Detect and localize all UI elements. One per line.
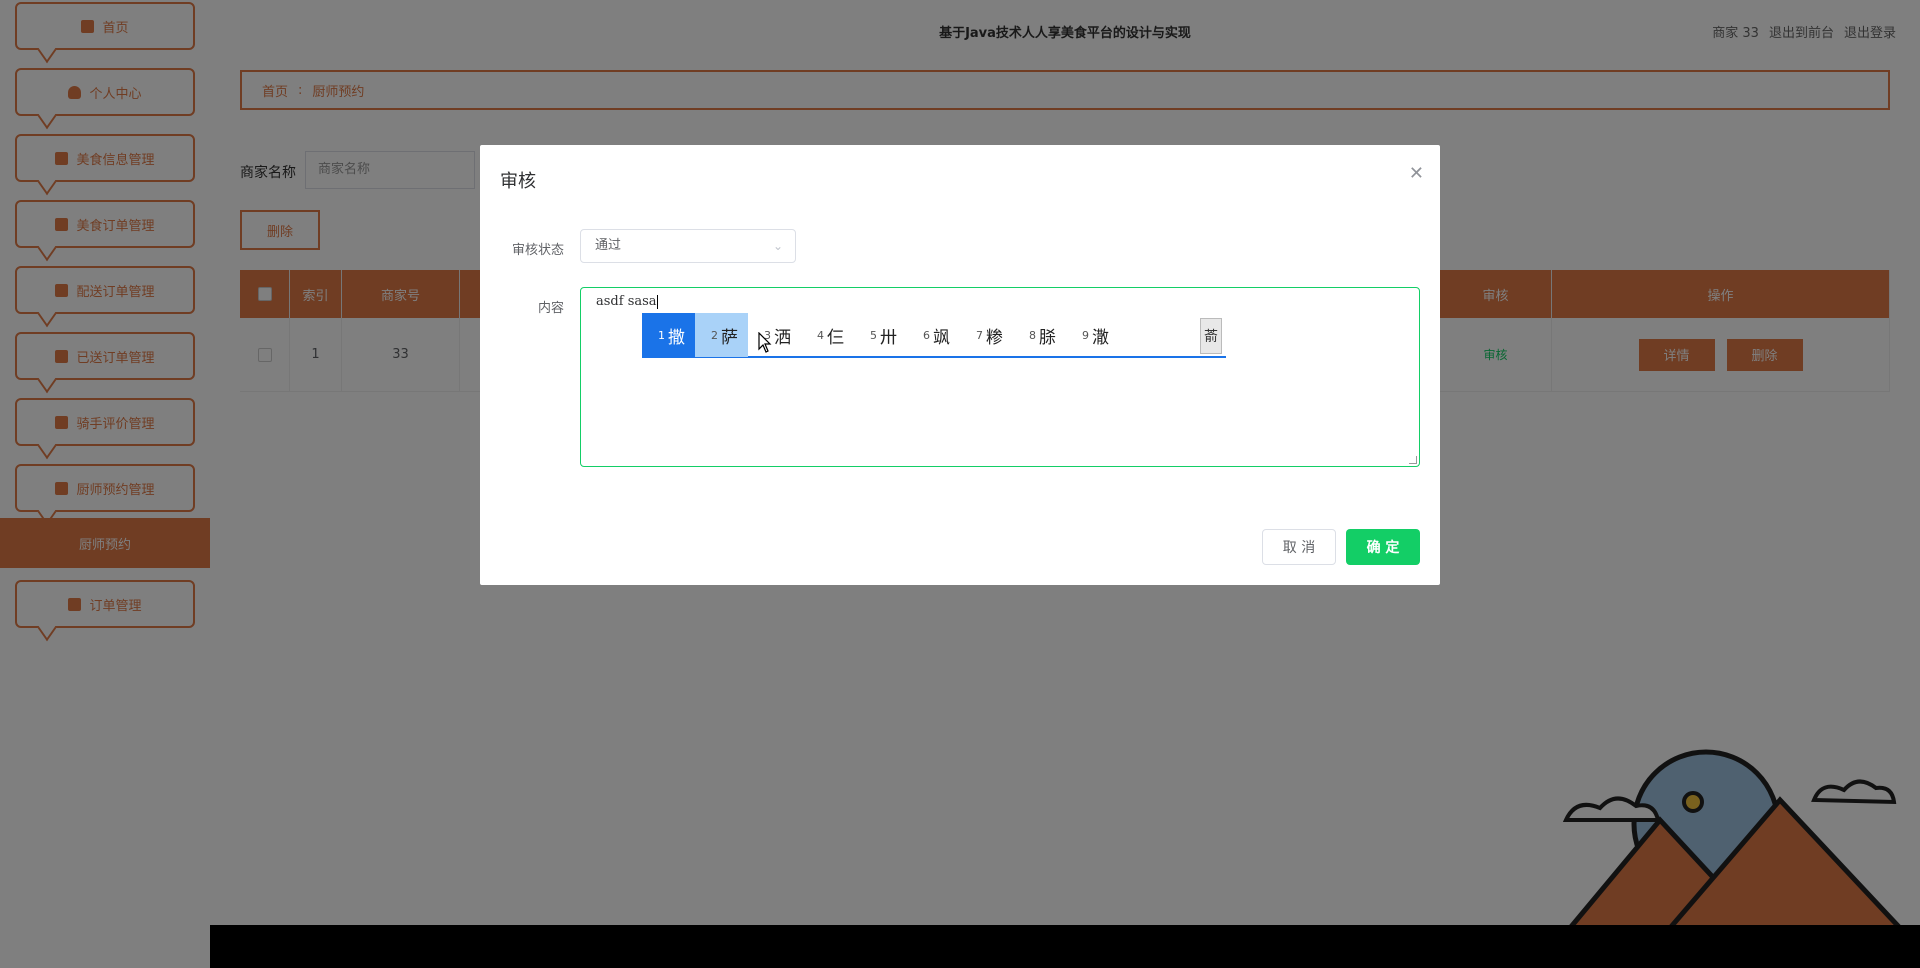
- review-dialog: 审核 ✕ 审核状态 通过 ⌄ 内容 asdf sasa 取 消 确 定: [480, 145, 1440, 585]
- status-select[interactable]: 通过 ⌄: [580, 229, 796, 263]
- ime-next-page-button[interactable]: 萮: [1200, 318, 1222, 354]
- status-select-value: 通过: [595, 238, 622, 253]
- ime-candidate-6[interactable]: 6飒: [907, 313, 960, 357]
- ime-candidate-1[interactable]: 1撒: [642, 313, 695, 357]
- dialog-title: 审核: [500, 171, 536, 192]
- ime-candidate-4[interactable]: 4仨: [801, 313, 854, 357]
- mouse-pointer-icon: [758, 332, 772, 353]
- content-label: 内容: [537, 301, 564, 316]
- close-icon[interactable]: ✕: [1409, 163, 1424, 184]
- chevron-down-icon: ⌄: [772, 239, 783, 253]
- ime-candidate-3[interactable]: 3洒: [748, 313, 801, 357]
- text-caret: [656, 294, 658, 309]
- content-text: asdf sasa: [596, 294, 657, 309]
- ime-candidate-7[interactable]: 7糁: [960, 313, 1013, 357]
- bottom-bar: [210, 925, 1920, 968]
- ime-candidate-5[interactable]: 5卅: [854, 313, 907, 357]
- status-label: 审核状态: [511, 243, 564, 258]
- ime-candidate-2[interactable]: 2萨: [695, 313, 748, 357]
- resize-handle[interactable]: [1409, 456, 1417, 464]
- confirm-button[interactable]: 确 定: [1346, 529, 1420, 565]
- ime-candidate-bar: 1撒 2萨 3洒 4仨 5卅 6飒 7糁 8脎 9潵: [642, 313, 1226, 358]
- cancel-button[interactable]: 取 消: [1262, 529, 1336, 565]
- ime-candidate-9[interactable]: 9潵: [1066, 313, 1119, 357]
- ime-candidate-8[interactable]: 8脎: [1013, 313, 1066, 357]
